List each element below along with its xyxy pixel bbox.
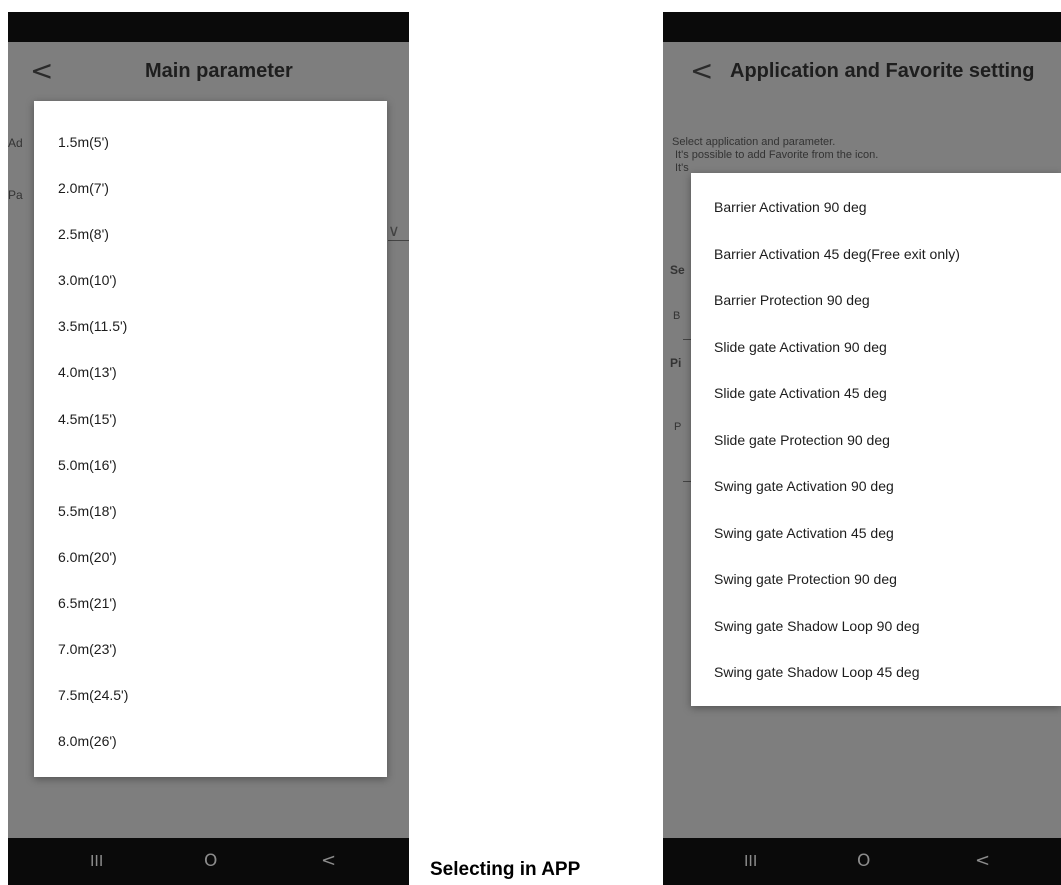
chevron-left-icon[interactable]: < bbox=[690, 56, 713, 86]
background-label-fragment: Ad bbox=[8, 136, 23, 150]
page-title: Application and Favorite setting bbox=[730, 60, 1035, 82]
option-barrier-protection-90[interactable]: Barrier Protection 90 deg bbox=[691, 277, 1061, 324]
system-nav-bar: III O < bbox=[8, 838, 409, 885]
option-3-0m[interactable]: 3.0m(10') bbox=[34, 257, 387, 303]
option-swing-gate-shadow-loop-90[interactable]: Swing gate Shadow Loop 90 deg bbox=[691, 603, 1061, 650]
option-swing-gate-protection-90[interactable]: Swing gate Protection 90 deg bbox=[691, 556, 1061, 603]
distance-options-list: 1.5m(5') 2.0m(7') 2.5m(8') 3.0m(10') 3.5… bbox=[34, 101, 387, 764]
option-5-0m[interactable]: 5.0m(16') bbox=[34, 442, 387, 488]
chevron-left-icon[interactable]: < bbox=[30, 56, 53, 86]
application-options-list: Barrier Activation 90 deg Barrier Activa… bbox=[691, 173, 1061, 696]
option-6-5m[interactable]: 6.5m(21') bbox=[34, 580, 387, 626]
section-label-fragment: Pi bbox=[670, 356, 682, 370]
option-slide-gate-activation-90[interactable]: Slide gate Activation 90 deg bbox=[691, 324, 1061, 371]
option-6-0m[interactable]: 6.0m(20') bbox=[34, 534, 387, 580]
option-4-0m[interactable]: 4.0m(13') bbox=[34, 349, 387, 395]
status-bar bbox=[8, 12, 409, 42]
option-7-5m[interactable]: 7.5m(24.5') bbox=[34, 672, 387, 718]
home-icon[interactable]: O bbox=[204, 846, 217, 876]
option-5-5m[interactable]: 5.5m(18') bbox=[34, 488, 387, 534]
option-slide-gate-protection-90[interactable]: Slide gate Protection 90 deg bbox=[691, 417, 1061, 464]
page-title: Main parameter bbox=[145, 60, 293, 82]
phone-screen-main-parameter: < Main parameter Ad Pa ∨ 1.5m(5') 2.0m(7… bbox=[8, 12, 409, 885]
distance-options-dialog: 1.5m(5') 2.0m(7') 2.5m(8') 3.0m(10') 3.5… bbox=[34, 101, 387, 777]
option-8-0m[interactable]: 8.0m(26') bbox=[34, 718, 387, 764]
option-1-5m[interactable]: 1.5m(5') bbox=[34, 119, 387, 165]
app-header: < Application and Favorite setting bbox=[663, 42, 1061, 102]
instruction-line-2: It's possible to add Favorite from the i… bbox=[675, 149, 879, 161]
option-2-5m[interactable]: 2.5m(8') bbox=[34, 211, 387, 257]
option-3-5m[interactable]: 3.5m(11.5') bbox=[34, 303, 387, 349]
option-swing-gate-activation-90[interactable]: Swing gate Activation 90 deg bbox=[691, 463, 1061, 510]
back-icon[interactable]: < bbox=[321, 846, 336, 876]
field-underline bbox=[388, 240, 409, 241]
system-nav-bar: III O < bbox=[663, 838, 1061, 885]
back-icon[interactable]: < bbox=[975, 846, 990, 876]
app-header: < Main parameter bbox=[8, 42, 409, 102]
recents-icon[interactable]: III bbox=[744, 846, 757, 876]
phone-screen-application-setting: < Application and Favorite setting Selec… bbox=[663, 12, 1061, 885]
option-7-0m[interactable]: 7.0m(23') bbox=[34, 626, 387, 672]
chevron-down-icon[interactable]: ∨ bbox=[388, 221, 400, 241]
home-icon[interactable]: O bbox=[857, 846, 870, 876]
field-value-fragment: B bbox=[673, 310, 681, 322]
field-value-fragment: P bbox=[674, 421, 682, 433]
background-label-fragment: Pa bbox=[8, 188, 23, 202]
figure-caption: Selecting in APP bbox=[430, 859, 581, 880]
option-4-5m[interactable]: 4.5m(15') bbox=[34, 396, 387, 442]
instruction-line-1: Select application and parameter. bbox=[672, 136, 836, 148]
option-swing-gate-activation-45[interactable]: Swing gate Activation 45 deg bbox=[691, 510, 1061, 557]
section-label-fragment: Se bbox=[670, 263, 685, 277]
option-swing-gate-shadow-loop-45[interactable]: Swing gate Shadow Loop 45 deg bbox=[691, 649, 1061, 696]
option-slide-gate-activation-45[interactable]: Slide gate Activation 45 deg bbox=[691, 370, 1061, 417]
option-barrier-activation-90[interactable]: Barrier Activation 90 deg bbox=[691, 184, 1061, 231]
recents-icon[interactable]: III bbox=[90, 846, 103, 876]
option-2-0m[interactable]: 2.0m(7') bbox=[34, 165, 387, 211]
status-bar bbox=[663, 12, 1061, 42]
application-options-dialog: Barrier Activation 90 deg Barrier Activa… bbox=[691, 173, 1061, 706]
option-barrier-activation-45[interactable]: Barrier Activation 45 deg(Free exit only… bbox=[691, 231, 1061, 278]
instruction-line-3: It's bbox=[675, 162, 689, 174]
